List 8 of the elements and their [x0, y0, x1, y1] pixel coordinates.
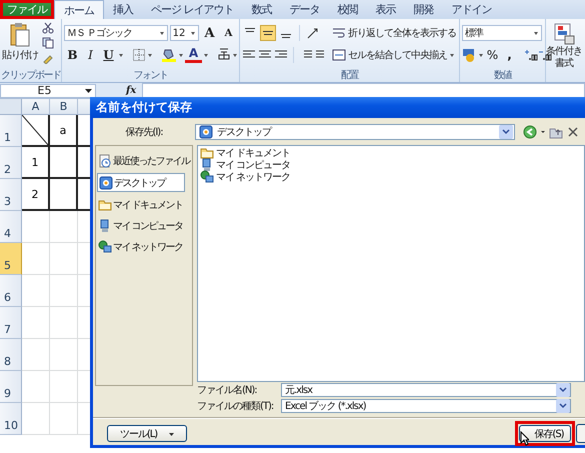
group-label: フォント [134, 69, 168, 82]
file-name-label: ファイル名(N): [197, 384, 258, 397]
save-in-label: 保存先(I): [124, 126, 164, 139]
group-label: 数値 [494, 69, 511, 82]
file-type-label: ファイルの種類(T): [197, 400, 274, 413]
group-label: 配置 [341, 69, 358, 82]
group-label: クリップボード [0, 69, 60, 82]
dialog-title: 名前を付けて保存 [90, 97, 585, 118]
